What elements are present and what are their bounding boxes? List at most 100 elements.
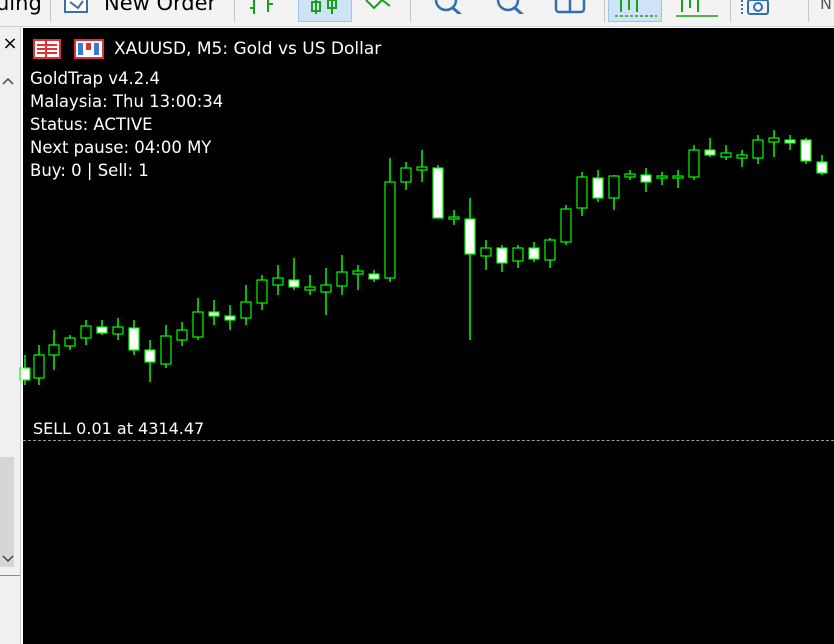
candle-body: [400, 167, 412, 183]
candle: [672, 170, 684, 188]
sell-order-label[interactable]: SELL 0.01 at 4314.47: [33, 419, 204, 439]
candle-body: [336, 271, 348, 287]
chart-list-icon[interactable]: [33, 38, 61, 60]
candle-body: [560, 208, 572, 243]
candle-body: [48, 344, 60, 356]
candle: [448, 210, 460, 225]
candle: [736, 150, 748, 167]
malaysia-time-line: Malaysia: Thu 13:00:34: [30, 92, 224, 111]
candle: [96, 320, 108, 335]
candle-body: [256, 279, 268, 304]
candle: [416, 150, 428, 182]
candle-body: [144, 349, 156, 363]
symbol-properties-icon[interactable]: [74, 38, 104, 60]
candle: [800, 138, 812, 164]
candle: [592, 170, 604, 202]
candle-body: [720, 152, 732, 158]
candle-body: [512, 247, 524, 262]
candle: [608, 175, 620, 210]
candle: [304, 275, 316, 295]
candle-body: [432, 167, 444, 219]
candle-body: [352, 270, 364, 275]
buy-sell-count-line: Buy: 0 | Sell: 1: [30, 161, 149, 180]
candle: [160, 325, 172, 368]
candle-body: [640, 174, 652, 183]
sell-order-line[interactable]: [23, 440, 834, 441]
candle-body: [576, 176, 588, 209]
next-pause-line: Next pause: 04:00 MY: [30, 138, 212, 157]
candle-body: [80, 325, 92, 339]
status-line: Status: ACTIVE: [30, 115, 153, 134]
candle: [784, 135, 796, 150]
candle-body: [544, 239, 556, 261]
candle: [144, 340, 156, 382]
candle-body: [624, 173, 636, 178]
candle-body: [224, 315, 236, 321]
candle-body: [816, 161, 828, 174]
candle-body: [592, 177, 604, 199]
candle: [352, 265, 364, 290]
candle-body: [752, 139, 764, 159]
candle: [224, 305, 236, 330]
candle: [752, 135, 764, 164]
candle: [720, 145, 732, 160]
candle-body: [288, 279, 300, 288]
candle: [624, 170, 636, 180]
candle: [704, 138, 716, 157]
candle-body: [304, 286, 316, 291]
candle: [480, 240, 492, 270]
candle-body: [704, 149, 716, 156]
candle: [400, 162, 412, 190]
candle: [33, 345, 45, 385]
candle: [656, 172, 668, 185]
candle: [640, 168, 652, 192]
candle: [368, 270, 380, 282]
candle-body: [96, 326, 108, 334]
candle-body: [320, 284, 332, 293]
candle-body: [176, 329, 188, 341]
candle-body: [416, 166, 428, 171]
candle-body: [128, 327, 140, 351]
candle: [544, 238, 556, 268]
candle-body: [784, 139, 796, 144]
candle: [816, 155, 828, 175]
candle: [176, 322, 188, 346]
candle: [64, 335, 76, 350]
candle: [464, 198, 476, 340]
candle-body: [192, 311, 204, 338]
candle: [240, 285, 252, 325]
candle: [432, 165, 444, 219]
candle-body: [19, 367, 31, 381]
candle: [288, 258, 300, 290]
candle: [192, 298, 204, 340]
candle-body: [672, 175, 684, 179]
candle: [336, 255, 348, 295]
candle: [48, 330, 60, 370]
candle-body: [64, 337, 76, 347]
candle-body: [160, 335, 172, 365]
candle-body: [112, 326, 124, 335]
candle-body: [688, 149, 700, 178]
candle-body: [272, 277, 284, 286]
candle-body: [448, 216, 460, 220]
candle: [384, 158, 396, 282]
candle: [80, 320, 92, 345]
candle: [512, 245, 524, 268]
candle: [256, 275, 268, 310]
candle: [688, 145, 700, 180]
candle-body: [608, 175, 620, 199]
candle-body: [656, 175, 668, 179]
candle-body: [384, 181, 396, 279]
candle-body: [240, 301, 252, 319]
candle: [208, 300, 220, 325]
candle-body: [528, 247, 540, 260]
candle-body: [33, 354, 45, 379]
ea-name-line: GoldTrap v4.2.4: [30, 69, 160, 88]
chart-title: XAUUSD, M5: Gold vs US Dollar: [114, 39, 382, 59]
candle: [768, 130, 780, 157]
candle: [496, 245, 508, 272]
candle: [128, 320, 140, 355]
candle: [272, 265, 284, 295]
candle-body: [736, 154, 748, 159]
candle: [576, 172, 588, 216]
